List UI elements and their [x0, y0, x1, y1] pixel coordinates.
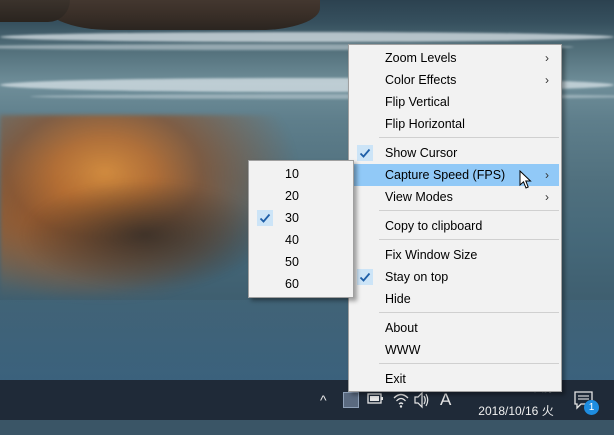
menu-item-label: Flip Vertical [385, 95, 450, 109]
menu-separator [379, 137, 559, 138]
menu-item-about[interactable]: About [351, 317, 559, 339]
fps-item-label: 30 [285, 211, 299, 225]
wallpaper-rock [40, 0, 320, 30]
clock-date: 2018/10/16 火 [478, 404, 554, 418]
menu-item-stay-on-top[interactable]: Stay on top [351, 266, 559, 288]
fps-item-label: 10 [285, 167, 299, 181]
notification-badge: 1 [584, 400, 599, 415]
tray-app-icon[interactable] [343, 392, 359, 408]
fps-item-50[interactable]: 50 [251, 251, 351, 273]
fps-item-label: 50 [285, 255, 299, 269]
menu-item-label: Color Effects [385, 73, 457, 87]
wallpaper-rock-left [0, 0, 70, 22]
menu-item-color-effects[interactable]: Color Effects › [351, 69, 559, 91]
check-icon [357, 145, 373, 161]
menu-separator [379, 312, 559, 313]
menu-item-label: Hide [385, 292, 411, 306]
menu-item-label: About [385, 321, 418, 335]
check-icon [257, 210, 273, 226]
submenu-arrow-icon: › [545, 51, 549, 65]
mouse-cursor-icon [519, 170, 532, 189]
wallpaper-reflection-dark [20, 180, 270, 290]
fps-item-label: 60 [285, 277, 299, 291]
menu-separator [379, 210, 559, 211]
menu-item-label: Zoom Levels [385, 51, 457, 65]
fps-item-40[interactable]: 40 [251, 229, 351, 251]
fps-item-60[interactable]: 60 [251, 273, 351, 295]
fps-item-label: 40 [285, 233, 299, 247]
fps-item-10[interactable]: 10 [251, 163, 351, 185]
menu-item-label: Capture Speed (FPS) [385, 168, 506, 182]
submenu-arrow-icon: › [545, 73, 549, 87]
fps-item-30[interactable]: 30 [251, 207, 351, 229]
menu-item-www[interactable]: WWW [351, 339, 559, 361]
menu-item-fix-window-size[interactable]: Fix Window Size [351, 244, 559, 266]
wallpaper-surf [0, 32, 614, 42]
context-menu: Zoom Levels › Color Effects › Flip Vertical F… [348, 44, 562, 392]
submenu-arrow-icon: › [545, 190, 549, 204]
menu-item-label: View Modes [385, 190, 453, 204]
menu-item-label: Copy to clipboard [385, 219, 483, 233]
menu-separator [379, 363, 559, 364]
menu-item-flip-horizontal[interactable]: Flip Horizontal [351, 113, 559, 135]
menu-item-zoom-levels[interactable]: Zoom Levels › [351, 47, 559, 69]
tray-chevron-icon[interactable]: ^ [320, 380, 327, 420]
menu-item-hide[interactable]: Hide [351, 288, 559, 310]
menu-item-label: WWW [385, 343, 421, 357]
submenu-arrow-icon: › [545, 168, 549, 182]
menu-item-label: Stay on top [385, 270, 449, 284]
menu-item-flip-vertical[interactable]: Flip Vertical [351, 91, 559, 113]
menu-item-label: Fix Window Size [385, 248, 478, 262]
menu-separator [379, 239, 559, 240]
menu-item-copy-to-clipboard[interactable]: Copy to clipboard [351, 215, 559, 237]
menu-item-label: Exit [385, 372, 406, 386]
fps-item-label: 20 [285, 189, 299, 203]
menu-item-show-cursor[interactable]: Show Cursor [351, 142, 559, 164]
menu-item-label: Flip Horizontal [385, 117, 465, 131]
capture-speed-submenu: 10 20 30 40 50 60 [248, 160, 354, 298]
menu-item-exit[interactable]: Exit [351, 368, 559, 390]
check-icon [357, 269, 373, 285]
fps-item-20[interactable]: 20 [251, 185, 351, 207]
menu-item-label: Show Cursor [385, 146, 458, 160]
